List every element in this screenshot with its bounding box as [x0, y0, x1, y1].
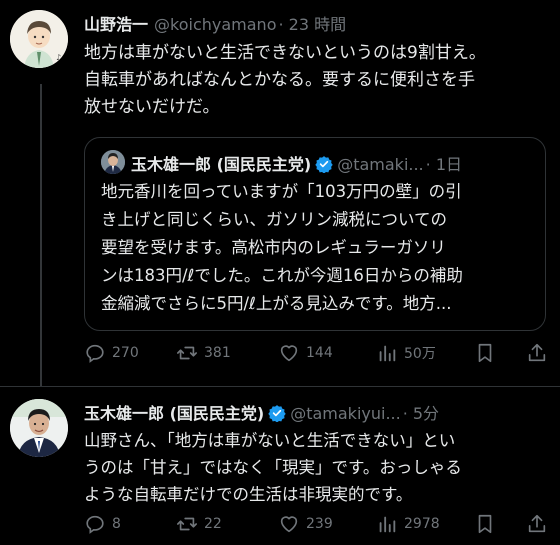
views-count: 2978	[404, 516, 440, 532]
heart-icon	[280, 516, 298, 533]
like-button[interactable]: 144	[278, 342, 333, 364]
reply-button[interactable]: 270	[84, 342, 139, 364]
action-bar: 8 22 239 2978	[0, 513, 560, 539]
reply-count: 8	[112, 516, 121, 532]
avatar-yamano[interactable]: ♪	[10, 10, 68, 68]
text-line: 自転車があればなんとかなる。要するに便利さを手	[84, 70, 475, 90]
reply-count: 270	[112, 345, 139, 361]
reply-button[interactable]: 8	[84, 513, 121, 535]
tweet-header: 山野浩一 @koichyamano · 23 時間	[84, 11, 346, 35]
retweet-button[interactable]: 22	[176, 513, 222, 535]
tweet-yamano[interactable]: ♪ 山野浩一 @koichyamano · 23 時間 地方は車がないと生活でき…	[0, 0, 560, 386]
action-bar: 270 381 144 50万	[0, 342, 560, 368]
quote-author-handle: @tamaki...	[337, 155, 424, 174]
tweet-header: 玉木雄一郎 (国民民主党) @tamakiyui... · 5分	[84, 400, 439, 424]
views-button[interactable]: 50万	[376, 342, 436, 364]
share-button[interactable]	[526, 513, 548, 535]
like-button[interactable]: 239	[278, 513, 333, 535]
text-line: 地元香川を回っていますが「103万円の壁」の引	[101, 182, 462, 201]
thread-line	[40, 84, 42, 386]
share-icon	[528, 514, 546, 533]
text-line: き上げと同じくらい、ガソリン減税についての	[101, 210, 448, 229]
views-button[interactable]: 2978	[376, 513, 440, 535]
text-line: ような自転車だけでの生活は非現実的です。	[84, 485, 413, 504]
timestamp[interactable]: · 5分	[403, 400, 439, 424]
verified-badge-icon	[315, 155, 333, 174]
quote-timestamp: · 1日	[425, 155, 462, 174]
quote-header: 玉木雄一郎 (国民民主党) @tamaki... · 1日	[131, 151, 462, 175]
retweet-icon	[177, 517, 197, 531]
views-count: 50万	[404, 346, 436, 362]
verified-badge-icon	[268, 404, 286, 423]
avatar-tamaki[interactable]	[10, 399, 68, 457]
author-handle[interactable]: @tamakiyui...	[290, 404, 401, 423]
bookmark-button[interactable]	[474, 342, 496, 364]
share-icon	[528, 343, 546, 362]
retweet-button[interactable]: 381	[176, 342, 231, 364]
retweet-count: 381	[204, 345, 231, 361]
author-name[interactable]: 山野浩一	[84, 11, 148, 35]
quote-author-name: 玉木雄一郎 (国民民主党)	[131, 155, 312, 174]
share-button[interactable]	[526, 342, 548, 364]
bookmark-icon	[478, 343, 492, 363]
text-line: 金縮減でさらに5円/ℓ上がる見込みです。地方...	[101, 294, 452, 313]
author-handle[interactable]: @koichyamano	[154, 15, 276, 34]
tweet-tamaki[interactable]: 玉木雄一郎 (国民民主党) @tamakiyui... · 5分 山野さん、「地…	[0, 387, 560, 545]
like-count: 144	[306, 345, 333, 361]
quote-avatar	[101, 150, 125, 174]
author-name[interactable]: 玉木雄一郎 (国民民主党)	[84, 400, 264, 424]
heart-icon	[280, 345, 298, 362]
views-icon	[379, 516, 396, 533]
retweet-count: 22	[204, 516, 222, 532]
svg-text:♪: ♪	[56, 53, 61, 62]
like-count: 239	[306, 516, 333, 532]
quoted-tweet[interactable]: 玉木雄一郎 (国民民主党) @tamaki... · 1日 地元香川を回っていま…	[84, 137, 546, 331]
reply-icon	[86, 344, 104, 363]
tweet-text: 山野さん、「地方は車がないと生活できない」とい うのは「甘え」ではなく「現実」で…	[84, 427, 554, 508]
reply-icon	[86, 515, 104, 534]
bookmark-icon	[478, 514, 492, 534]
text-line: 地方は車がないと生活できないというのは9割甘え。	[84, 43, 486, 63]
tweet-text: 地方は車がないと生活できないというのは9割甘え。 自転車があればなんとかなる。要…	[84, 40, 554, 121]
text-line: 放せないだけだ。	[84, 97, 220, 117]
quote-text: 地元香川を回っていますが「103万円の壁」の引 き上げと同じくらい、ガソリン減税…	[101, 178, 541, 318]
text-line: ンは183円/ℓでした。これが今週16日からの補助	[101, 266, 463, 285]
text-line: 山野さん、「地方は車がないと生活できない」とい	[84, 431, 456, 450]
bookmark-button[interactable]	[474, 513, 496, 535]
views-icon	[379, 345, 396, 362]
text-line: うのは「甘え」ではなく「現実」です。おっしゃる	[84, 458, 462, 477]
timestamp[interactable]: · 23 時間	[278, 11, 346, 35]
retweet-icon	[177, 346, 197, 360]
text-line: 要望を受けます。高松市内のレギュラーガソリ	[101, 238, 446, 257]
